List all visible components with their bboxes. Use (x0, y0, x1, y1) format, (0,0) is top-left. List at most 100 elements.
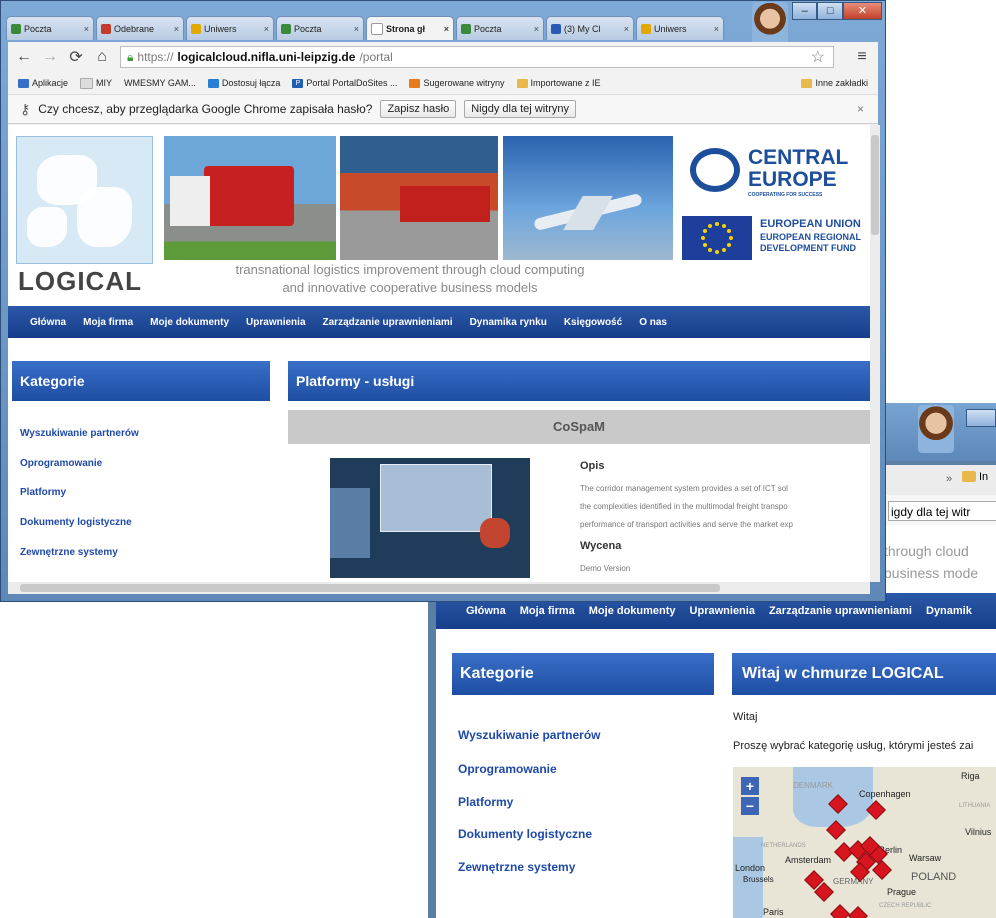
nav-item[interactable]: Główna (30, 317, 66, 328)
tab-favicon-icon (461, 23, 471, 34)
trailer-shape (170, 176, 210, 226)
key-icon: ⚷ (20, 100, 31, 117)
never-save-button[interactable]: igdy dla tej witr (888, 501, 996, 521)
nav-item[interactable]: Zarządzanie uprawnieniami (323, 317, 453, 328)
bookmark-item[interactable]: Aplikacje (18, 78, 68, 88)
tab[interactable]: Uniwers × (186, 16, 274, 40)
category-link[interactable]: Oprogramowanie (458, 762, 557, 776)
nav-item[interactable]: O nas (639, 317, 667, 328)
country-label: POLAND (911, 871, 957, 883)
bookmark-star-icon[interactable]: ☆ (811, 47, 825, 67)
bookmark-item[interactable]: WMESMY GAM... (124, 78, 196, 88)
password-infobar: ⚷ Czy chcesz, aby przeglądarka Google Ch… (8, 94, 878, 124)
vertical-scroll-thumb[interactable] (871, 135, 879, 235)
back-arrow-icon[interactable]: ← (16, 48, 32, 66)
close-infobar-icon[interactable]: × (857, 102, 864, 116)
tab[interactable]: Strona gł × (366, 16, 454, 40)
tab-favicon-icon (641, 23, 651, 34)
service-title-bar[interactable]: CoSpaM (288, 410, 870, 444)
tab-close-icon[interactable]: × (534, 24, 539, 34)
central-europe-emblem (690, 148, 740, 192)
europe-map[interactable]: + − Riga Copenhagen DENMARK Vilnius Amst… (733, 767, 996, 918)
nav-item[interactable]: Uprawnienia (246, 317, 305, 328)
save-password-button[interactable]: Zapisz hasło (380, 100, 457, 118)
never-save-button[interactable]: Nigdy dla tej witryny (464, 100, 577, 118)
horizontal-scroll-thumb[interactable] (20, 584, 720, 592)
bookmark-item[interactable]: MIY (80, 77, 112, 89)
category-link[interactable]: Platformy (20, 487, 66, 498)
tab-label: Uniwers (204, 23, 237, 34)
eu-star-icon (715, 222, 719, 226)
minimize-button[interactable] (966, 409, 996, 427)
tab-favicon-icon (11, 23, 21, 34)
nav-item[interactable]: Księgowość (564, 317, 622, 328)
service-screenshot[interactable] (330, 458, 530, 578)
home-icon[interactable]: ⌂ (94, 48, 110, 66)
screenshot-region (480, 518, 510, 548)
tab[interactable]: Odebrane × (96, 16, 184, 40)
bookmark-item[interactable]: Sugerowane witryny (409, 78, 505, 88)
tab-close-icon[interactable]: × (714, 24, 719, 34)
category-link[interactable]: Wyszukiwanie partnerów (458, 728, 600, 742)
central-europe-logo: CENTRAL EUROPE COOPERATING FOR SUCCESS (690, 146, 860, 202)
screenshot-panel (330, 488, 370, 558)
other-bookmarks[interactable]: Inne zakładki (801, 78, 868, 88)
country-label: CZECH REPUBLIC (879, 903, 932, 909)
nav-item[interactable]: Moje dokumenty (150, 317, 229, 328)
tab[interactable]: Poczta × (276, 16, 364, 40)
nav-item[interactable]: Moja firma (83, 317, 133, 328)
category-link[interactable]: Oprogramowanie (20, 458, 102, 469)
category-link[interactable]: Zewnętrzne systemy (458, 860, 575, 874)
bookmark-item[interactable]: P Portal PortalDoSites ... (292, 78, 397, 88)
tagline: transnational logistics improvement thro… (235, 262, 585, 277)
other-bookmarks-fragment[interactable]: In (979, 471, 988, 483)
tab-close-icon[interactable]: × (174, 24, 179, 34)
nav-item[interactable]: Dynamik (926, 605, 972, 617)
minimize-button[interactable]: – (792, 2, 818, 20)
nav-item[interactable]: Dynamika rynku (470, 317, 547, 328)
site-logo[interactable]: LOGICAL (18, 266, 142, 297)
tab-close-icon[interactable]: × (354, 24, 359, 34)
eu-label: EUROPEAN UNION (760, 218, 861, 230)
partner-slogan: COOPERATING FOR SUCCESS (748, 192, 823, 198)
tab-close-icon[interactable]: × (84, 24, 89, 34)
description-label: Opis (580, 460, 605, 472)
reload-icon[interactable]: ⟳ (68, 47, 84, 67)
category-link[interactable]: Dokumenty logistyczne (458, 827, 592, 841)
tab-close-icon[interactable]: × (444, 24, 449, 34)
tab[interactable]: Poczta × (456, 16, 544, 40)
tab[interactable]: (3) My Cl × (546, 16, 634, 40)
nav-item[interactable]: Uprawnienia (690, 605, 755, 617)
welcome-header: Witaj w chmurze LOGICAL (732, 653, 996, 695)
url-bar[interactable]: 🔒︎ https://logicalcloud.nifla.uni-leipzi… (120, 46, 834, 68)
category-link[interactable]: Platformy (458, 795, 513, 809)
pricing-label: Wycena (580, 540, 622, 552)
bookmark-item[interactable]: Importowane z IE (516, 78, 601, 88)
category-link[interactable]: Wyszukiwanie partnerów (20, 428, 139, 439)
eu-star-icon (727, 229, 732, 233)
zoom-out-button[interactable]: − (741, 797, 759, 815)
menu-icon[interactable]: ≡ (854, 48, 870, 66)
close-button[interactable]: ✕ (842, 2, 882, 20)
tab-close-icon[interactable]: × (624, 24, 629, 34)
category-link[interactable]: Zewnętrzne systemy (20, 547, 118, 558)
nav-item[interactable]: Moje dokumenty (589, 605, 676, 617)
nav-item[interactable]: Moja firma (520, 605, 575, 617)
bookmark-item[interactable]: Dostosuj łącza (207, 78, 280, 88)
maximize-button[interactable]: □ (817, 2, 843, 20)
tab[interactable]: Uniwers × (636, 16, 724, 40)
tab-label: Poczta (24, 23, 52, 34)
tab[interactable]: Poczta × (6, 16, 94, 40)
nav-item[interactable]: Główna (466, 605, 506, 617)
tab-close-icon[interactable]: × (264, 24, 269, 34)
user-avatar[interactable] (918, 405, 954, 453)
forward-arrow-icon[interactable]: → (42, 48, 58, 66)
window-controls: – □ ✕ (792, 2, 882, 20)
bookmarks-overflow-icon[interactable]: » (946, 473, 952, 485)
tab-label: Poczta (474, 23, 502, 34)
nav-item[interactable]: Zarządzanie uprawnieniami (769, 605, 912, 617)
eu-star-icon (708, 223, 712, 228)
zoom-in-button[interactable]: + (741, 777, 759, 795)
description-text: the complexities identified in the multi… (580, 502, 788, 511)
category-link[interactable]: Dokumenty logistyczne (20, 517, 132, 528)
